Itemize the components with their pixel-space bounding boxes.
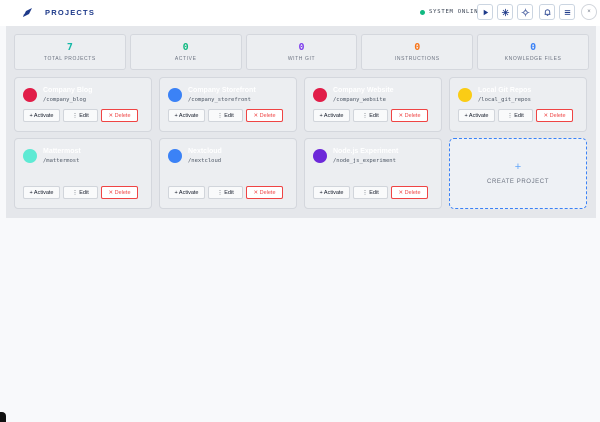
stat-value: 7	[66, 42, 73, 53]
project-path: /node_js_experiment	[333, 158, 396, 164]
project-card-company-website[interactable]: Company Website /company_website + Activ…	[304, 77, 442, 132]
menu-icon	[564, 9, 570, 15]
stat-value: 0	[530, 42, 537, 53]
stat-with-git: 0 WITH GIT	[245, 34, 358, 70]
card-actions: + Activate ⋮ Edit ✕ Delete	[23, 186, 138, 199]
status-dot	[420, 9, 425, 15]
project-name: Company Storefront	[188, 87, 256, 94]
project-card-local-git-repos[interactable]: Local Git Repos /local_git_repos + Activ…	[449, 77, 587, 132]
delete-button[interactable]: ✕ Delete	[246, 186, 283, 199]
activate-button[interactable]: + Activate	[168, 109, 205, 122]
edit-button[interactable]: ⋮ Edit	[498, 109, 533, 122]
delete-button[interactable]: ✕ Delete	[391, 186, 428, 199]
activate-button[interactable]: + Activate	[23, 109, 60, 122]
project-color-dot	[168, 88, 182, 102]
edit-button[interactable]: ⋮ Edit	[353, 109, 388, 122]
stat-value: 0	[182, 42, 189, 53]
stat-label: KNOWLEDGE FILES	[504, 56, 562, 62]
create-project-label: CREATE PROJECT	[487, 179, 549, 185]
delete-button[interactable]: ✕ Delete	[101, 109, 138, 122]
plus-icon: +	[514, 161, 522, 173]
top-header: PROJECTS SYSTEM ONLINE ×	[0, 0, 600, 26]
activate-button[interactable]: + Activate	[313, 186, 350, 199]
status-text: SYSTEM ONLINE	[429, 9, 483, 15]
card-actions: + Activate ⋮ Edit ✕ Delete	[313, 109, 428, 122]
project-name: Company Website	[333, 87, 394, 94]
page-title: PROJECTS	[45, 8, 96, 17]
card-actions: + Activate ⋮ Edit ✕ Delete	[458, 109, 573, 122]
edit-button[interactable]: ⋮ Edit	[63, 186, 98, 199]
sparkle-button[interactable]	[497, 4, 513, 20]
stat-value: 0	[298, 42, 305, 53]
stat-instructions: 0 INSTRUCTIONS	[361, 34, 474, 70]
activate-button[interactable]: + Activate	[168, 186, 205, 199]
x-icon: ×	[587, 9, 591, 15]
edit-button[interactable]: ⋮ Edit	[208, 109, 243, 122]
project-color-dot	[168, 149, 182, 163]
project-path: /company_website	[333, 97, 386, 103]
project-color-dot	[313, 149, 327, 163]
system-status: SYSTEM ONLINE	[420, 9, 482, 15]
project-name: Company Blog	[43, 87, 93, 94]
stat-knowledge-files: 0 KNOWLEDGE FILES	[477, 34, 589, 70]
activate-button[interactable]: + Activate	[458, 109, 495, 122]
project-card-company-blog[interactable]: Company Blog /company_blog + Activate ⋮ …	[14, 77, 152, 132]
project-card-company-storefront[interactable]: Company Storefront /company_storefront +…	[159, 77, 297, 132]
play-button[interactable]	[477, 4, 493, 20]
stat-label: ACTIVE	[174, 56, 197, 62]
project-path: /company_blog	[43, 97, 87, 103]
bell-icon	[544, 8, 550, 16]
project-path: /local_git_repos	[478, 97, 531, 103]
stat-label: INSTRUCTIONS	[394, 56, 440, 62]
delete-button[interactable]: ✕ Delete	[536, 109, 573, 122]
project-name: Node.js Experiment	[333, 148, 399, 155]
notifications-button[interactable]	[539, 4, 555, 20]
delete-button[interactable]: ✕ Delete	[101, 186, 138, 199]
stat-total-projects: 7 TOTAL PROJECTS	[14, 34, 126, 70]
stat-label: WITH GIT	[287, 56, 316, 62]
project-path: /company_storefront	[188, 97, 251, 103]
card-actions: + Activate ⋮ Edit ✕ Delete	[313, 186, 428, 199]
project-color-dot	[23, 149, 37, 163]
play-icon	[483, 9, 488, 15]
edit-button[interactable]: ⋮ Edit	[63, 109, 98, 122]
project-card-mattermost[interactable]: Mattermost /mattermost + Activate ⋮ Edit…	[14, 138, 152, 209]
stat-label: TOTAL PROJECTS	[43, 56, 96, 62]
activate-button[interactable]: + Activate	[313, 109, 350, 122]
stat-value: 0	[414, 42, 421, 53]
sparkle-icon	[501, 8, 509, 16]
projects-panel: 7 TOTAL PROJECTS 0 ACTIVE 0 WITH GIT 0 I…	[6, 26, 596, 218]
stat-active: 0 ACTIVE	[129, 34, 242, 70]
project-name: Local Git Repos	[478, 87, 532, 94]
card-actions: + Activate ⋮ Edit ✕ Delete	[168, 109, 283, 122]
delete-button[interactable]: ✕ Delete	[246, 109, 283, 122]
project-color-dot	[313, 88, 327, 102]
delete-button[interactable]: ✕ Delete	[391, 109, 428, 122]
activate-button[interactable]: + Activate	[23, 186, 60, 199]
create-project-card[interactable]: + CREATE PROJECT	[449, 138, 587, 209]
project-color-dot	[458, 88, 472, 102]
project-card-nodejs-experiment[interactable]: Node.js Experiment /node_js_experiment +…	[304, 138, 442, 209]
close-button[interactable]: ×	[581, 4, 597, 20]
project-color-dot	[23, 88, 37, 102]
card-actions: + Activate ⋮ Edit ✕ Delete	[168, 186, 283, 199]
project-name: Nextcloud	[188, 148, 222, 155]
project-path: /nextcloud	[188, 158, 222, 164]
sun-icon	[521, 8, 529, 16]
edit-button[interactable]: ⋮ Edit	[353, 186, 388, 199]
edit-button[interactable]: ⋮ Edit	[208, 186, 243, 199]
project-card-nextcloud[interactable]: Nextcloud /nextcloud + Activate ⋮ Edit ✕…	[159, 138, 297, 209]
sun-button[interactable]	[517, 4, 533, 20]
project-name: Mattermost	[43, 148, 81, 155]
window-corner	[0, 412, 6, 422]
app-window: PROJECTS SYSTEM ONLINE × 7 TOTAL PROJECT…	[0, 0, 600, 422]
stats-row: 7 TOTAL PROJECTS 0 ACTIVE 0 WITH GIT 0 I…	[14, 34, 589, 70]
project-path: /mattermost	[43, 158, 80, 164]
menu-button[interactable]	[559, 4, 575, 20]
rocket-icon	[21, 6, 33, 18]
card-actions: + Activate ⋮ Edit ✕ Delete	[23, 109, 138, 122]
